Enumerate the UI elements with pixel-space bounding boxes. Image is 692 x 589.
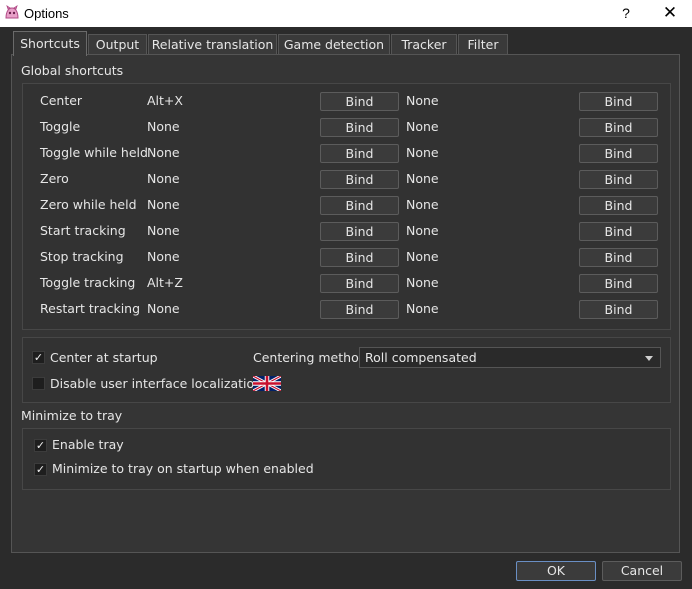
shortcut-label: Zero	[40, 171, 69, 186]
minimize-to-tray-heading: Minimize to tray	[21, 408, 123, 423]
bind-primary-button[interactable]: Bind	[320, 170, 399, 189]
tab-filter[interactable]: Filter	[458, 34, 508, 54]
shortcut-primary-value: Alt+Z	[147, 275, 183, 290]
shortcut-label: Toggle	[40, 119, 81, 134]
bind-secondary-button[interactable]: Bind	[579, 300, 658, 319]
bind-secondary-button[interactable]: Bind	[579, 92, 658, 111]
tab-output[interactable]: Output	[88, 34, 147, 54]
centering-method-value: Roll compensated	[365, 350, 477, 365]
shortcut-primary-value: None	[147, 119, 180, 134]
shortcut-primary-value: None	[147, 197, 180, 212]
bind-primary-button[interactable]: Bind	[320, 274, 399, 293]
shortcut-primary-value: None	[147, 171, 180, 186]
minimize-on-startup-checkbox[interactable]: ✓	[34, 463, 47, 476]
ok-button[interactable]: OK	[516, 561, 596, 581]
shortcut-primary-value: None	[147, 301, 180, 316]
tab-relative-translation[interactable]: Relative translation	[148, 34, 277, 54]
close-button[interactable]: ✕	[656, 2, 684, 24]
bind-primary-button[interactable]: Bind	[320, 300, 399, 319]
tab-tracker[interactable]: Tracker	[391, 34, 457, 54]
center-at-startup-label: Center at startup	[50, 350, 158, 365]
tab-game-detection[interactable]: Game detection	[278, 34, 390, 54]
cancel-button[interactable]: Cancel	[602, 561, 682, 581]
centering-method-label: Centering method	[253, 350, 367, 365]
uk-flag-icon	[253, 376, 281, 391]
bind-secondary-button[interactable]: Bind	[579, 170, 658, 189]
tab-shortcuts[interactable]: Shortcuts	[13, 31, 87, 56]
minimize-on-startup-label: Minimize to tray on startup when enabled	[52, 461, 314, 476]
title-bar: Options ? ✕	[0, 0, 692, 27]
shortcut-label: Center	[40, 93, 83, 108]
shortcut-primary-value: None	[147, 223, 180, 238]
shortcut-secondary-value: None	[406, 223, 439, 238]
help-button[interactable]: ?	[612, 2, 640, 24]
center-at-startup-checkbox[interactable]: ✓	[32, 351, 45, 364]
bind-secondary-button[interactable]: Bind	[579, 196, 658, 215]
centering-method-select[interactable]: Roll compensated	[359, 347, 661, 368]
disable-localization-checkbox[interactable]	[32, 377, 45, 390]
bind-primary-button[interactable]: Bind	[320, 248, 399, 267]
shortcut-secondary-value: None	[406, 93, 439, 108]
shortcut-primary-value: None	[147, 145, 180, 160]
shortcut-label: Zero while held	[40, 197, 137, 212]
bind-secondary-button[interactable]: Bind	[579, 144, 658, 163]
bind-secondary-button[interactable]: Bind	[579, 222, 658, 241]
bind-primary-button[interactable]: Bind	[320, 196, 399, 215]
disable-localization-label: Disable user interface localization	[50, 376, 263, 391]
shortcut-label: Restart tracking	[40, 301, 141, 316]
chevron-down-icon	[645, 356, 653, 361]
bind-primary-button[interactable]: Bind	[320, 144, 399, 163]
shortcut-secondary-value: None	[406, 301, 439, 316]
bind-primary-button[interactable]: Bind	[320, 92, 399, 111]
shortcut-label: Stop tracking	[40, 249, 124, 264]
shortcut-label: Toggle tracking	[40, 275, 136, 290]
shortcut-label: Toggle while held	[40, 145, 148, 160]
shortcut-secondary-value: None	[406, 119, 439, 134]
shortcut-secondary-value: None	[406, 145, 439, 160]
shortcut-primary-value: None	[147, 249, 180, 264]
enable-tray-checkbox[interactable]: ✓	[34, 439, 47, 452]
shortcut-secondary-value: None	[406, 275, 439, 290]
shortcut-secondary-value: None	[406, 249, 439, 264]
bind-primary-button[interactable]: Bind	[320, 222, 399, 241]
bind-secondary-button[interactable]: Bind	[579, 248, 658, 267]
shortcut-secondary-value: None	[406, 197, 439, 212]
shortcut-secondary-value: None	[406, 171, 439, 186]
bind-secondary-button[interactable]: Bind	[579, 118, 658, 137]
shortcut-label: Start tracking	[40, 223, 126, 238]
bind-secondary-button[interactable]: Bind	[579, 274, 658, 293]
window-title: Options	[24, 6, 69, 21]
app-logo-icon	[5, 5, 19, 19]
shortcut-primary-value: Alt+X	[147, 93, 183, 108]
enable-tray-label: Enable tray	[52, 437, 124, 452]
bind-primary-button[interactable]: Bind	[320, 118, 399, 137]
global-shortcuts-heading: Global shortcuts	[21, 63, 124, 78]
